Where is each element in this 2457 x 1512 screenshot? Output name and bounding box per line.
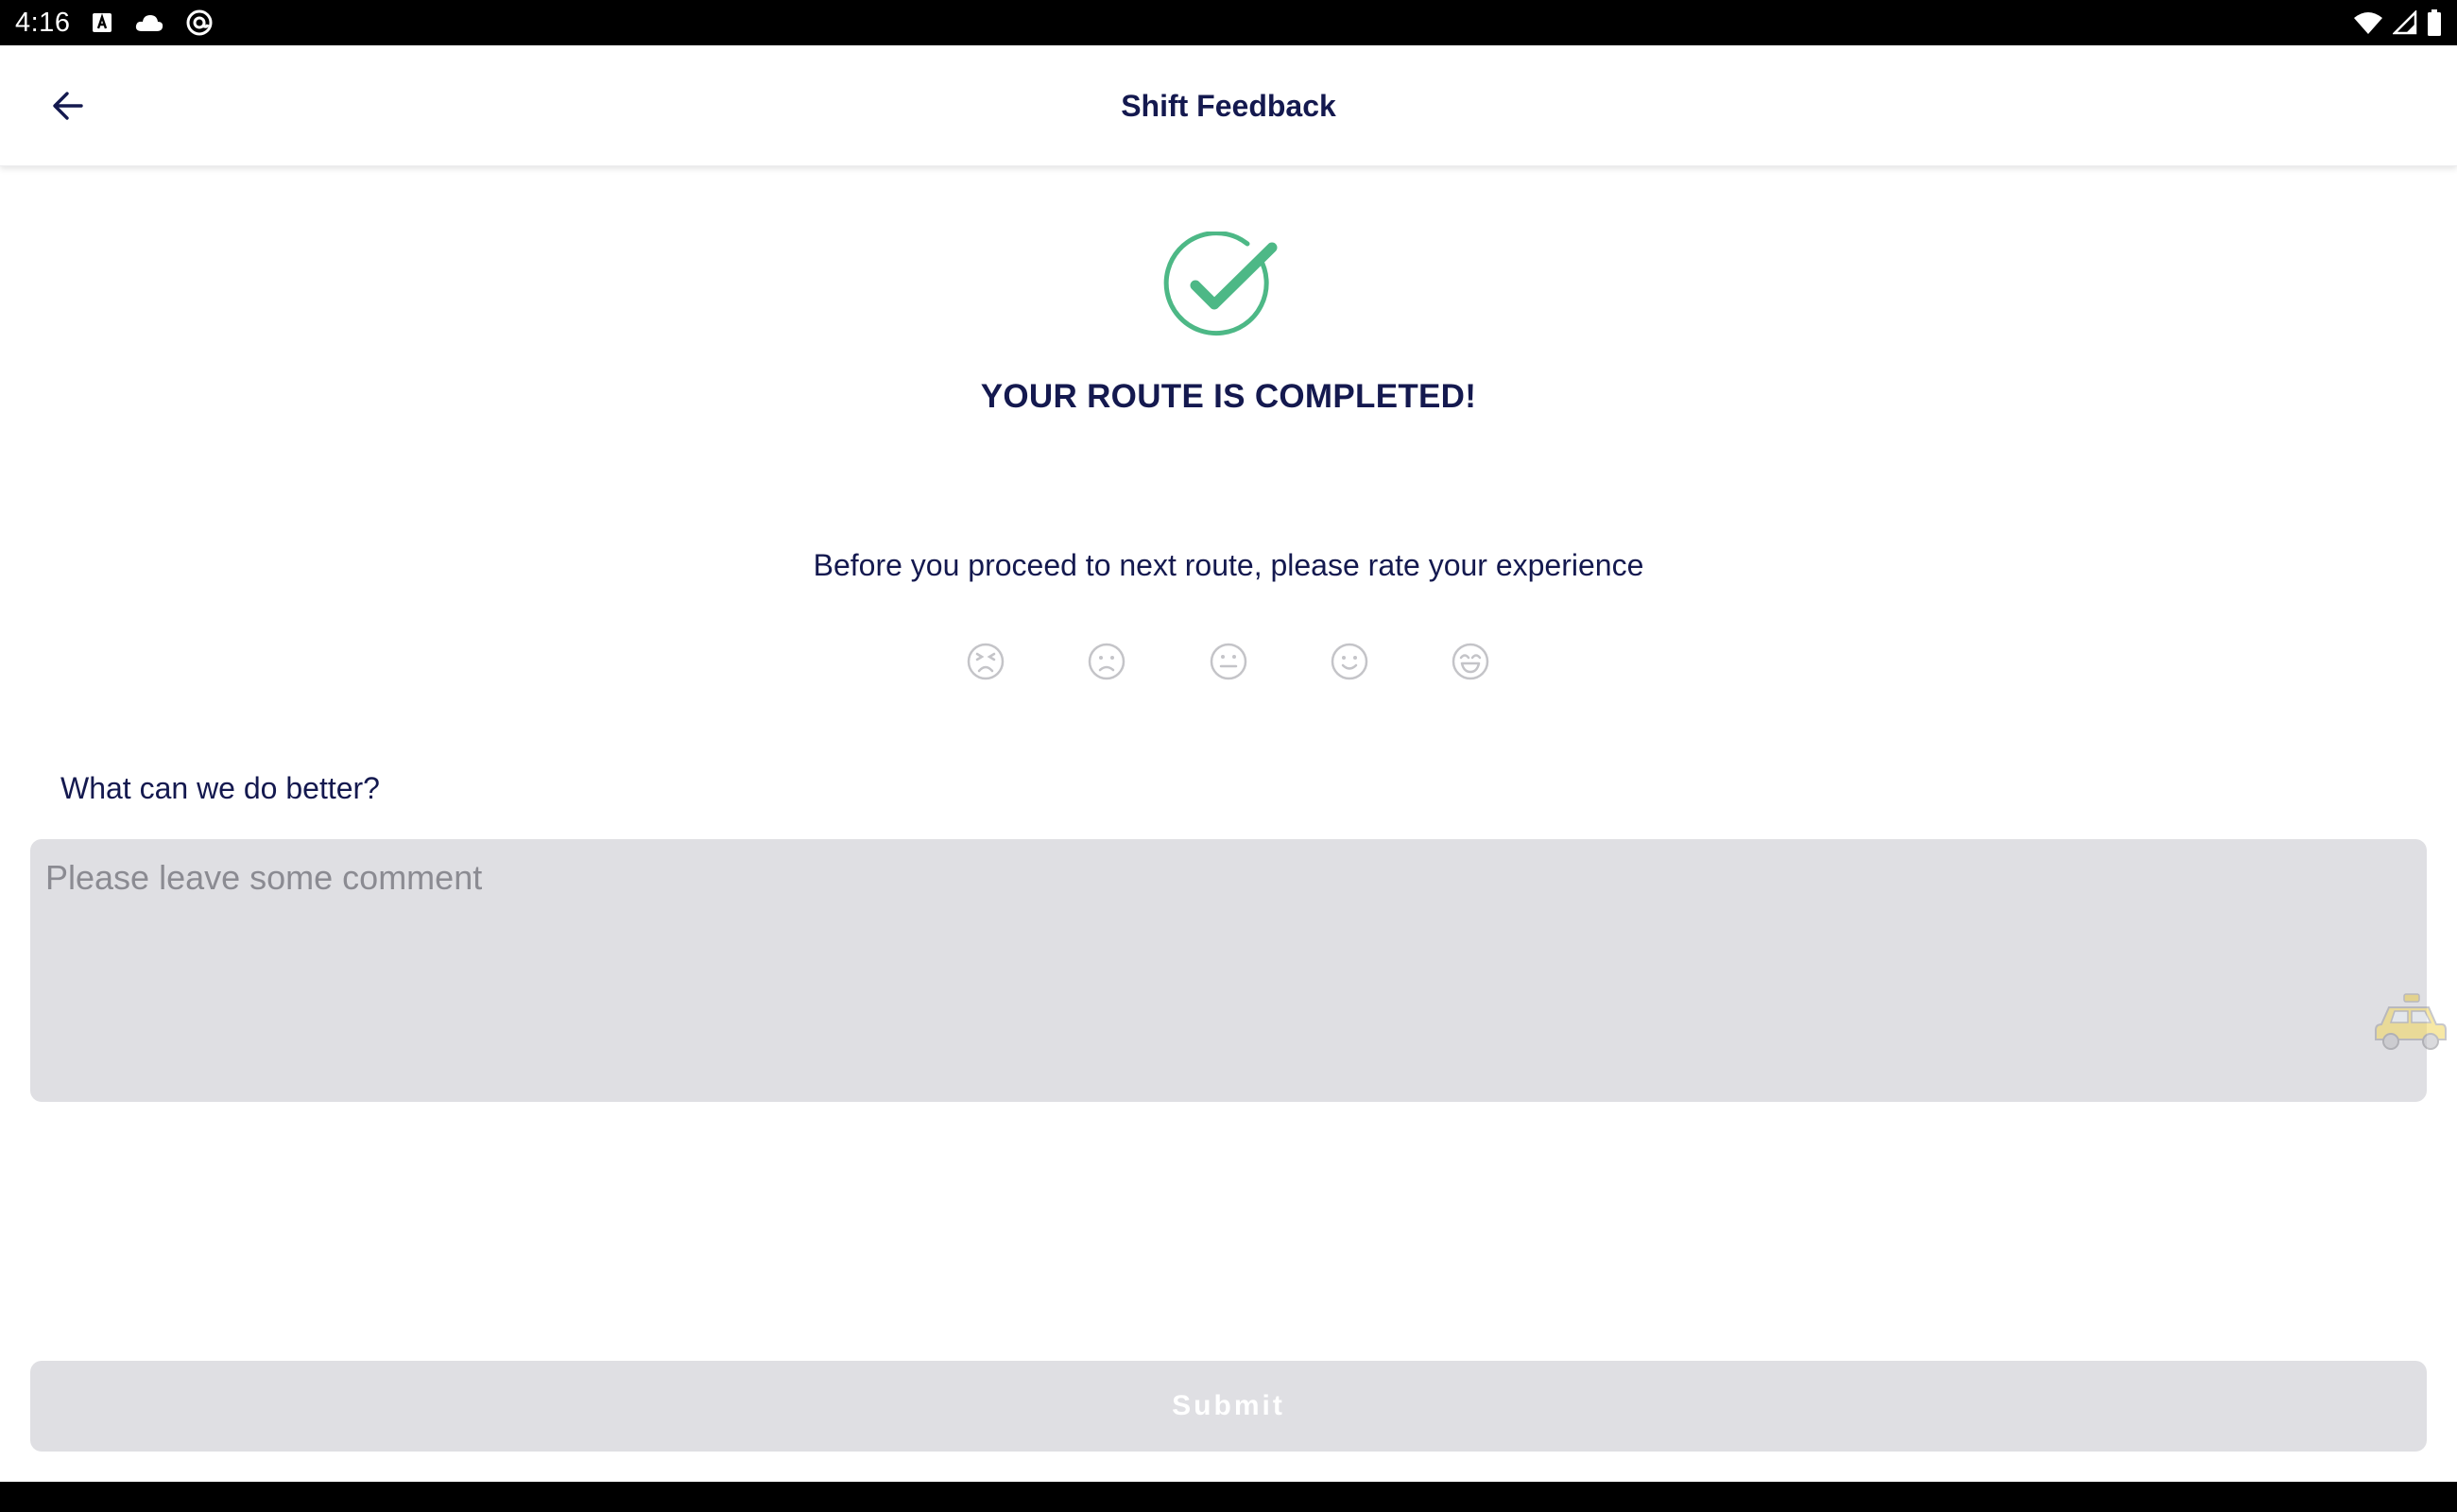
page-title: Shift Feedback — [1121, 88, 1336, 123]
submit-button[interactable]: Submit — [30, 1361, 2427, 1452]
comment-input[interactable] — [30, 839, 2427, 1102]
very-satisfied-icon — [1452, 643, 1489, 680]
feedback-label: What can we do better? — [60, 771, 380, 805]
neutral-icon — [1210, 643, 1247, 680]
rating-satisfied-button[interactable] — [1323, 635, 1376, 688]
dissatisfied-icon — [1088, 643, 1125, 680]
rating-row — [945, 635, 1512, 688]
battery-icon — [2427, 9, 2442, 36]
cloud-icon — [134, 11, 164, 34]
status-right-group — [2353, 9, 2442, 36]
taxi-icon[interactable] — [2372, 990, 2448, 1055]
rating-prompt: Before you proceed to next route, please… — [813, 548, 1644, 582]
satisfied-icon — [1331, 643, 1368, 680]
status-bar: 4:16 — [0, 0, 2457, 45]
check-circle-icon — [1163, 232, 1278, 336]
rating-very-dissatisfied-button[interactable] — [959, 635, 1012, 688]
very-dissatisfied-icon — [967, 643, 1005, 680]
keyboard-a-icon — [91, 11, 113, 34]
at-sign-icon — [185, 9, 214, 37]
wifi-icon — [2353, 10, 2383, 35]
rating-dissatisfied-button[interactable] — [1080, 635, 1133, 688]
status-left-group: 4:16 — [15, 8, 214, 39]
navigation-bar — [0, 1482, 2457, 1512]
route-completed-title: YOUR ROUTE IS COMPLETED! — [980, 378, 1477, 415]
rating-neutral-button[interactable] — [1202, 635, 1255, 688]
signal-icon — [2393, 10, 2417, 35]
app-bar: Shift Feedback — [0, 45, 2457, 166]
rating-very-satisfied-button[interactable] — [1444, 635, 1497, 688]
status-time: 4:16 — [15, 7, 71, 38]
